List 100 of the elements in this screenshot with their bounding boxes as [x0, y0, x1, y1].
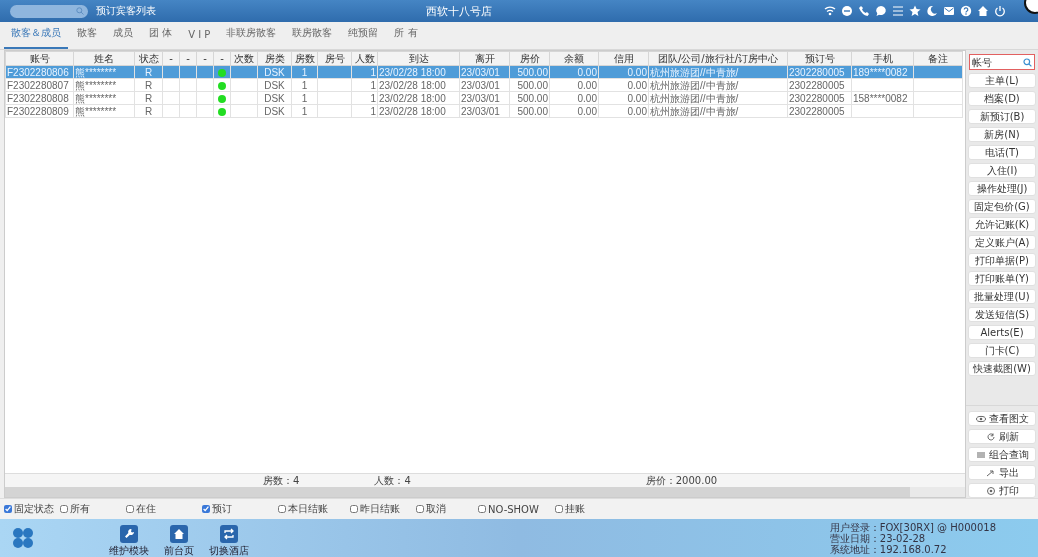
- help-icon[interactable]: [960, 5, 972, 17]
- table-cell: F2302280807: [5, 78, 74, 92]
- filter-checkbox[interactable]: [126, 505, 134, 513]
- search-field[interactable]: [10, 4, 88, 18]
- tool-button[interactable]: 导出: [968, 465, 1036, 480]
- filter-checkbox[interactable]: [554, 505, 563, 513]
- action-button[interactable]: 新房(N): [968, 127, 1036, 142]
- column-header[interactable]: 团队/公司/旅行社/订房中心: [648, 51, 788, 66]
- action-button[interactable]: 打印账单(Y): [968, 271, 1036, 286]
- scrollbar-thumb[interactable]: [5, 487, 910, 497]
- column-header[interactable]: 余额: [549, 51, 599, 66]
- table-cell: 23/02/28 18:00: [377, 91, 460, 105]
- star-icon[interactable]: [909, 5, 921, 17]
- checkbox-label: 昨日结账: [360, 502, 400, 516]
- status-text: 系统地址：192.168.0.72: [829, 543, 948, 555]
- checkbox-label: 取消: [426, 502, 446, 516]
- action-button[interactable]: 电话(T): [968, 145, 1036, 160]
- filter-checkbox[interactable]: [350, 505, 358, 513]
- table-cell: 1: [291, 104, 318, 118]
- action-button[interactable]: 新预订(B): [968, 109, 1036, 124]
- module-button[interactable]: 维护模块: [108, 524, 150, 556]
- tab[interactable]: 纯预留: [341, 26, 386, 49]
- table-cell: 23/02/28 18:00: [377, 78, 460, 92]
- filter-checkbox[interactable]: [416, 505, 424, 513]
- column-header[interactable]: 预订号: [787, 51, 852, 66]
- logo-icon: [12, 527, 34, 549]
- module-button[interactable]: 前台页: [158, 524, 200, 556]
- checkbox-label: 固定状态: [14, 502, 54, 516]
- action-button[interactable]: 打印单据(P): [968, 253, 1036, 268]
- status-text: 用户登录：FOX[30RX] @ H000018: [829, 521, 996, 533]
- moon-icon[interactable]: [926, 5, 938, 17]
- table-cell: 158****0082: [851, 91, 914, 105]
- column-header[interactable]: 人数: [351, 51, 378, 66]
- table-cell: 1: [291, 91, 318, 105]
- mail-icon[interactable]: [943, 5, 955, 17]
- wifi-icon[interactable]: [824, 5, 836, 17]
- filter-checkbox[interactable]: [278, 505, 286, 513]
- tab[interactable]: 团 体: [142, 26, 180, 49]
- column-header[interactable]: 离开: [459, 51, 510, 66]
- column-header[interactable]: 房价: [509, 51, 550, 66]
- action-button[interactable]: 允许记账(K): [968, 217, 1036, 232]
- action-button[interactable]: Alerts(E): [968, 325, 1036, 340]
- tab[interactable]: V I P: [181, 29, 218, 49]
- menu-icon[interactable]: [892, 5, 904, 17]
- table-cell: 杭州旅游团//中青旅/: [648, 91, 788, 105]
- swap-icon: [220, 524, 238, 543]
- action-button[interactable]: 发送短信(S): [968, 307, 1036, 322]
- action-button[interactable]: 固定包价(G): [968, 199, 1036, 214]
- table-cell: 0.00: [598, 78, 649, 92]
- column-header[interactable]: 姓名: [73, 51, 135, 66]
- checkbox-label: 预订: [212, 502, 232, 516]
- tab[interactable]: 成员: [106, 26, 140, 49]
- phone-icon[interactable]: [858, 5, 870, 17]
- action-button[interactable]: 操作处理(J): [968, 181, 1036, 196]
- summary-text: 房价：2000.00: [645, 473, 718, 488]
- message-icon[interactable]: [875, 5, 887, 17]
- filter-checkbox[interactable]: [202, 505, 210, 513]
- table-cell: DSK: [257, 104, 292, 118]
- table-cell: 1: [351, 78, 378, 92]
- action-button[interactable]: 门卡(C): [968, 343, 1036, 358]
- tool-button[interactable]: 查看图文: [968, 411, 1036, 426]
- tab[interactable]: 联房散客: [285, 26, 340, 49]
- tab[interactable]: 非联房散客: [219, 26, 284, 49]
- table-cell: 1: [351, 104, 378, 118]
- tab[interactable]: 散客: [70, 26, 104, 49]
- tab[interactable]: 所 有: [387, 26, 425, 49]
- filter-checkbox[interactable]: [60, 505, 68, 513]
- column-header[interactable]: 次数: [230, 51, 258, 66]
- action-button[interactable]: 主单(L): [968, 73, 1036, 88]
- column-header[interactable]: -: [162, 51, 180, 66]
- action-button[interactable]: 批量处理(U): [968, 289, 1036, 304]
- table-cell: 熊********: [73, 91, 135, 105]
- tool-button[interactable]: 刷新: [968, 429, 1036, 444]
- column-header[interactable]: 手机: [851, 51, 914, 66]
- action-button[interactable]: 快速截图(W): [968, 361, 1036, 376]
- action-button[interactable]: 档案(D): [968, 91, 1036, 106]
- action-button[interactable]: 入住(I): [968, 163, 1036, 178]
- action-button[interactable]: 定义账户(A): [968, 235, 1036, 250]
- filter-checkbox[interactable]: [478, 505, 486, 513]
- search-field[interactable]: 帐号: [969, 54, 1035, 70]
- column-header[interactable]: 房数: [291, 51, 318, 66]
- column-header[interactable]: -: [196, 51, 214, 66]
- column-header[interactable]: 备注: [913, 51, 963, 66]
- module-button[interactable]: 切换酒店: [208, 524, 250, 556]
- column-header[interactable]: 状态: [134, 51, 163, 66]
- tool-button[interactable]: 打印: [968, 483, 1036, 498]
- filter-checkbox[interactable]: [4, 505, 12, 513]
- column-header[interactable]: 账号: [5, 51, 74, 66]
- home-icon[interactable]: [977, 5, 989, 17]
- column-header[interactable]: 到达: [377, 51, 460, 66]
- table-cell: DSK: [257, 78, 292, 92]
- column-header[interactable]: 房类: [257, 51, 292, 66]
- table-cell: 23/03/01: [459, 91, 510, 105]
- window-title: 西软十八号店: [426, 3, 493, 19]
- table-cell: 熊********: [73, 104, 135, 118]
- column-header[interactable]: 房号: [317, 51, 352, 66]
- tool-button[interactable]: 组合查询: [968, 447, 1036, 462]
- status-dot-icon: [218, 94, 226, 103]
- column-header[interactable]: 信用: [598, 51, 649, 66]
- power-icon[interactable]: [994, 5, 1006, 17]
